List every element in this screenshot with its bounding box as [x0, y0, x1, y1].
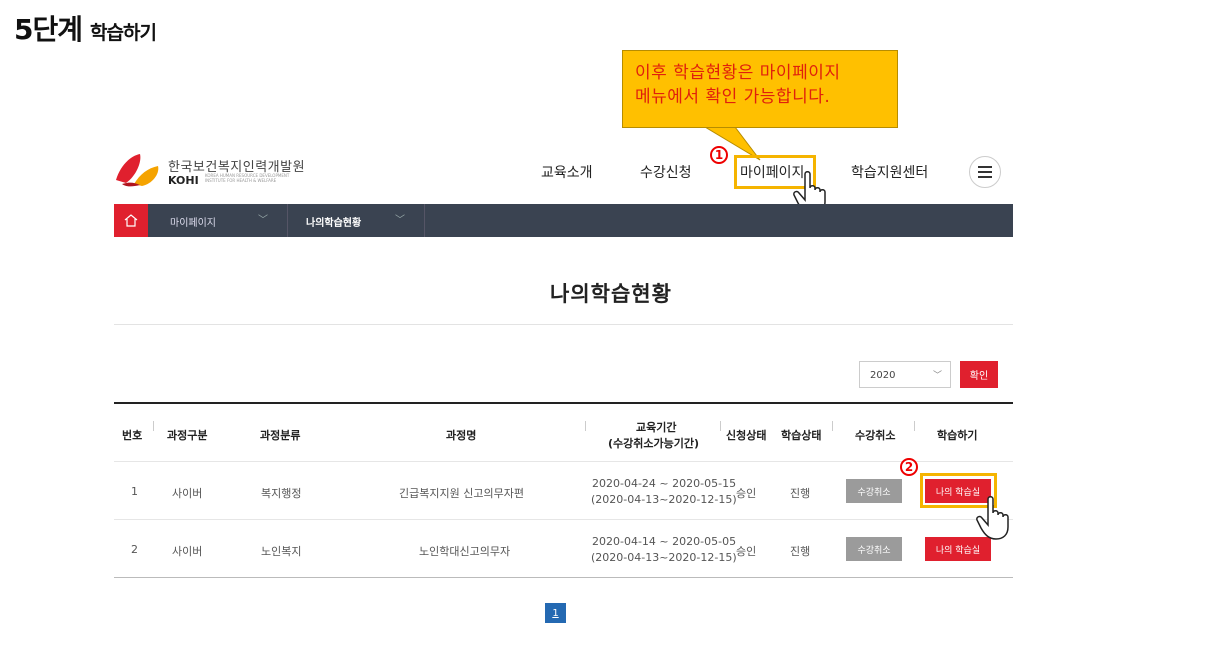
cell-type: 사이버: [172, 545, 203, 558]
cancel-enrollment-button[interactable]: 수강취소: [846, 537, 902, 561]
callout-tail: [703, 126, 761, 161]
column-header-apply-status: 신청상태: [726, 429, 767, 442]
cell-course-name: 노인학대신고의무자: [419, 545, 511, 558]
header-separator: [832, 421, 833, 431]
cell-study-status: 진행: [790, 545, 811, 558]
year-select-value: 2020: [870, 370, 896, 381]
header-separator: [153, 421, 154, 431]
cell-cancel-period: (2020-04-13~2020-12-15): [591, 551, 737, 564]
column-header-cancel: 수강취소: [855, 429, 896, 442]
header-separator: [914, 421, 915, 431]
brand-name-english-sub: KOREA HUMAN RESOURCE DEVELOPMENT INSTITU…: [205, 173, 290, 183]
subnav-item-my-learning[interactable]: 나의학습현황: [306, 214, 361, 229]
subnav-divider: [424, 204, 425, 237]
column-header-no: 번호: [122, 429, 143, 442]
cell-type: 사이버: [172, 487, 203, 500]
step-subtitle: 학습하기: [90, 22, 157, 44]
step-title: 5단계 학습하기: [14, 8, 157, 48]
cell-apply-status: 승인: [736, 545, 757, 558]
hamburger-menu-button[interactable]: [969, 156, 1001, 188]
column-header-study: 학습하기: [937, 429, 978, 442]
column-header-cancel-period: (수강취소가능기간): [608, 437, 700, 450]
year-select[interactable]: 2020 ﹀: [859, 361, 951, 388]
table-top-border: [114, 402, 1013, 404]
heading-divider: [114, 324, 1013, 325]
subnav-divider: [287, 204, 288, 237]
nav-item-learning-support[interactable]: 학습지원센터: [851, 162, 928, 182]
callout-box: 이후 학습현황은 마이페이지 메뉴에서 확인 가능합니다.: [622, 50, 898, 128]
chevron-down-icon[interactable]: ﹀: [258, 211, 268, 226]
kohi-logo-icon: [116, 154, 159, 187]
chevron-down-icon[interactable]: ﹀: [395, 211, 405, 226]
column-header-course: 과정명: [446, 429, 477, 442]
callout-line-2: 메뉴에서 확인 가능합니다.: [635, 87, 831, 107]
column-header-type: 과정구분: [167, 429, 208, 442]
cell-period: 2020-04-24 ~ 2020-05-15: [592, 477, 737, 490]
column-header-category: 과정분류: [260, 429, 301, 442]
pagination-page-1[interactable]: 1: [545, 603, 566, 623]
step-marker-2: 2: [900, 458, 918, 476]
cell-period: 2020-04-14 ~ 2020-05-05: [592, 535, 737, 548]
cell-category: 복지행정: [261, 487, 302, 500]
header-separator: [720, 421, 721, 431]
hamburger-icon: [978, 166, 992, 178]
column-header-study-status: 학습상태: [781, 429, 822, 442]
row-divider: [114, 461, 1013, 462]
home-icon: [124, 214, 138, 227]
pointer-hand-icon: [976, 496, 1009, 540]
cancel-enrollment-button[interactable]: 수강취소: [846, 479, 902, 503]
table-bottom-border: [114, 577, 1013, 578]
cell-category: 노인복지: [261, 545, 302, 558]
chevron-down-icon: ﹀: [932, 371, 942, 381]
step-number: 5단계: [14, 13, 83, 46]
sub-navigation-bar: [114, 204, 1013, 237]
step-marker-1: 1: [710, 146, 728, 164]
nav-item-education-intro[interactable]: 교육소개: [541, 162, 593, 182]
callout-line-1: 이후 학습현황은 마이페이지: [635, 63, 841, 83]
confirm-button[interactable]: 확인: [960, 361, 998, 388]
cell-study-status: 진행: [790, 487, 811, 500]
column-header-period: 교육기간: [636, 421, 677, 434]
cell-cancel-period: (2020-04-13~2020-12-15): [591, 493, 737, 506]
cell-no: 1: [131, 485, 138, 498]
cell-no: 2: [131, 543, 138, 556]
subnav-item-mypage[interactable]: 마이페이지: [170, 214, 216, 229]
page-title: 나의학습현황: [550, 282, 672, 306]
cell-course-name: 긴급복지지원 신고의무자편: [399, 487, 524, 500]
nav-item-enrollment[interactable]: 수강신청: [640, 162, 692, 182]
home-button[interactable]: [114, 204, 148, 237]
header-separator: [585, 421, 586, 431]
brand-name-english: KOHI: [168, 174, 199, 187]
cell-apply-status: 승인: [736, 487, 757, 500]
row-divider: [114, 519, 1013, 520]
